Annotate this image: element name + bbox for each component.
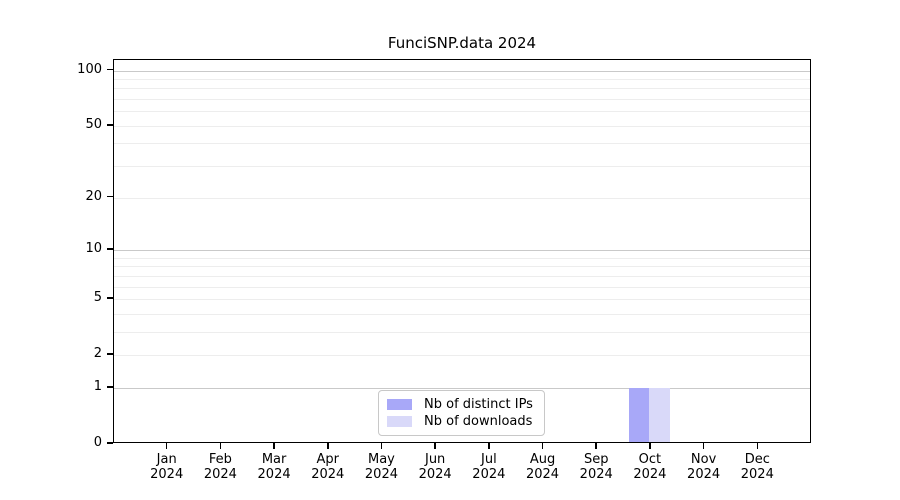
x-tick-month: Jun [424, 452, 446, 467]
x-tick-month: May [368, 452, 395, 467]
x-tick-year: 2024 [472, 466, 506, 482]
y-tick-label: 50 [85, 116, 102, 132]
y-tick-label: 10 [85, 240, 102, 256]
chart-title: FunciSNP.data 2024 [387, 34, 537, 52]
x-tick-year: 2024 [633, 466, 667, 482]
gridline-minor [114, 266, 810, 268]
x-tick [326, 443, 329, 449]
y-tick [107, 248, 113, 250]
x-tick [649, 443, 651, 449]
y-tick [107, 442, 113, 444]
x-tick-month: Mar [261, 452, 287, 467]
x-tick-label: Jan 2024 [139, 452, 195, 482]
gridline-minor [114, 286, 810, 288]
gridline-major [114, 387, 810, 389]
legend-row: Nb of distinct IPs [387, 397, 535, 412]
bar-distinct-ips [628, 387, 650, 443]
gridline-minor [114, 111, 810, 113]
x-tick-month: Jul [481, 452, 497, 467]
x-tick-month: Aug [529, 452, 556, 467]
gridline-minor [114, 355, 810, 357]
x-tick-label: Feb 2024 [192, 452, 248, 482]
x-tick-label: Sep 2024 [568, 452, 624, 482]
x-tick-year: 2024 [525, 466, 560, 482]
x-tick [380, 443, 383, 449]
x-tick [702, 443, 705, 449]
x-tick-month: Sep [583, 452, 609, 467]
gridline-minor [114, 275, 810, 277]
x-tick-month: Nov [690, 452, 717, 467]
y-tick [107, 353, 113, 355]
legend-row: Nb of downloads [387, 414, 535, 429]
x-tick-label: Oct 2024 [622, 452, 678, 482]
y-tick-label: 100 [77, 61, 102, 77]
gridline-minor [114, 197, 810, 199]
x-tick [219, 443, 222, 449]
x-tick-year: 2024 [579, 466, 613, 482]
x-tick [273, 443, 275, 449]
x-tick-label: Nov 2024 [676, 452, 732, 482]
x-tick [541, 443, 544, 449]
x-tick [756, 443, 759, 449]
x-tick-label: May 2024 [353, 452, 409, 482]
y-tick-label: 5 [93, 289, 102, 305]
gridline-minor [114, 257, 810, 259]
gridline-minor [114, 88, 810, 90]
gridline-minor [114, 166, 810, 168]
gridline-major [114, 249, 810, 251]
y-tick [107, 386, 113, 388]
legend-label: Nb of distinct IPs [424, 397, 533, 412]
x-tick-label: Jul 2024 [461, 452, 517, 482]
x-tick [165, 443, 168, 449]
gridline-minor [114, 298, 810, 300]
y-tick [107, 297, 113, 299]
x-tick [488, 443, 490, 449]
x-tick-year: 2024 [257, 466, 291, 482]
y-tick-label: 1 [93, 378, 102, 394]
x-tick-month: Jan [156, 452, 177, 467]
x-tick-year: 2024 [311, 466, 345, 482]
x-tick [434, 443, 436, 449]
x-tick-year: 2024 [364, 466, 398, 482]
y-tick-label: 2 [93, 346, 102, 362]
x-tick-label: Jun 2024 [407, 452, 463, 482]
y-tick [107, 124, 113, 126]
gridline-minor [114, 331, 810, 333]
x-tick-month: Dec [744, 452, 770, 467]
plot-area [113, 59, 811, 443]
legend: Nb of distinct IPs Nb of downloads [378, 390, 545, 436]
x-tick [595, 443, 598, 449]
x-tick-label: Aug 2024 [515, 452, 571, 482]
x-tick-year: 2024 [418, 466, 452, 482]
y-tick-label: 20 [85, 188, 102, 204]
download-stats-figure: FunciSNP.data 2024 0 1 2 5 10 20 50 100 Jan 2024… [0, 0, 900, 500]
legend-swatch-distinct-ips [387, 399, 412, 410]
bar-downloads [649, 387, 670, 443]
x-tick-month: Feb [208, 452, 232, 467]
gridline-minor [114, 313, 810, 315]
y-tick-label: 0 [93, 435, 102, 450]
gridline-minor [114, 143, 810, 145]
gridline-major [114, 70, 810, 72]
x-tick-year: 2024 [150, 466, 184, 482]
x-tick-label: Apr 2024 [300, 452, 356, 482]
x-tick-year: 2024 [687, 466, 721, 482]
y-tick [107, 195, 113, 198]
gridline-minor [114, 99, 810, 101]
gridline-minor [114, 78, 810, 80]
x-tick-label: Mar 2024 [246, 452, 302, 482]
gridline-minor [114, 125, 810, 127]
legend-swatch-downloads [387, 416, 412, 427]
legend-label: Nb of downloads [424, 414, 533, 429]
y-tick [107, 68, 113, 71]
x-tick-year: 2024 [740, 466, 774, 482]
x-tick-month: Oct [638, 452, 662, 467]
x-tick-year: 2024 [203, 466, 237, 482]
x-tick-label: Dec 2024 [729, 452, 785, 482]
x-tick-month: Apr [316, 452, 340, 467]
